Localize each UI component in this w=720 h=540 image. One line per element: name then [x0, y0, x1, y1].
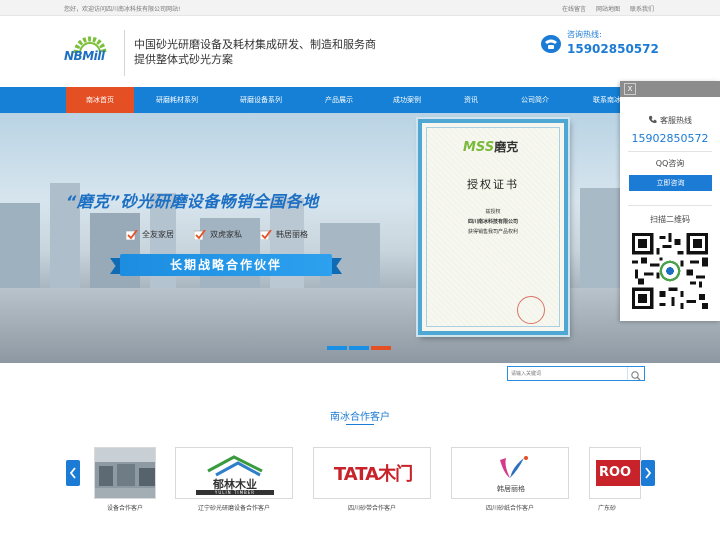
float-qr-label: 扫描二维码: [650, 215, 690, 224]
main-nav: 南冰首页 研磨耗材系列 研磨设备系列 产品展示 成功案例 资讯 公司简介 联系南…: [0, 87, 720, 113]
slogan-line-1: 中国砂光研磨设备及耗材集成研发、制造和服务商: [134, 38, 376, 51]
slider-dot-3[interactable]: [371, 346, 391, 350]
checkmark-icon: [194, 229, 206, 240]
chevron-left-icon: [69, 467, 76, 479]
phone-icon: [648, 115, 657, 123]
slogan: 中国砂光研磨设备及耗材集成研发、制造和服务商 提供整体式砂光方案: [134, 37, 376, 67]
brand-item-2: 双虎家私: [194, 229, 242, 240]
checkmark-icon: [126, 229, 138, 240]
certificate-logo-cn: 磨克: [494, 140, 519, 154]
brand-label: 全友家居: [142, 230, 174, 239]
nav-item-about[interactable]: 公司简介: [504, 87, 566, 113]
certificate-title: 授权证书: [467, 178, 519, 191]
slider-dot-1[interactable]: [327, 346, 347, 350]
carousel-next-button[interactable]: [641, 460, 655, 486]
top-links: 在线留言 网站地图 联系我们: [562, 4, 654, 13]
link-contact[interactable]: 联系我们: [630, 4, 654, 13]
checkmark-icon: [260, 229, 272, 240]
client-card-5[interactable]: ROO: [589, 447, 641, 499]
page: 您好，欢迎访问四川南冰科技有限公司网站! 在线留言 网站地图 联系我们 NBMi…: [0, 0, 720, 540]
certificate-line-1: 兹授权: [485, 209, 501, 215]
hotline-number: 15902850572: [567, 42, 659, 56]
header-divider: [124, 30, 125, 76]
certificate-line-3: 获得销售我司产品权利: [467, 229, 518, 235]
float-qq-label: QQ咨询: [655, 159, 685, 168]
float-hotline-number: 15902850572: [631, 132, 709, 145]
nav-item-home[interactable]: 南冰首页: [66, 87, 134, 113]
client-caption-4: 四川砂纸合作客户: [485, 505, 534, 512]
clients-section-title: 南冰合作客户: [330, 412, 390, 423]
site-logo[interactable]: NBMill: [64, 31, 116, 67]
client-caption-2: 辽宁砂光研磨设备合作客户: [197, 505, 270, 512]
search-icon: [631, 371, 641, 381]
slider-dot-2[interactable]: [349, 346, 369, 350]
partner-ribbon: 长期战略合作伙伴: [120, 254, 332, 276]
float-hotline-text: 客服热线: [660, 116, 692, 125]
client-card-4[interactable]: 韩居丽格: [451, 447, 569, 499]
brand-item-1: 全友家居: [126, 229, 174, 240]
hotline-label: 咨询热线:: [567, 30, 602, 39]
client-caption-1: 设备合作客户: [106, 505, 143, 512]
close-button[interactable]: X: [624, 83, 636, 95]
logo-text: NBMill: [64, 49, 105, 63]
factory-photo: [95, 448, 155, 498]
search-button[interactable]: [627, 367, 644, 381]
certificate-logo: MSS磨克: [463, 138, 518, 155]
floating-service-panel: X 客服热线 15902850572 QQ咨询 立即咨询 扫描二维码: [620, 81, 720, 321]
yulin-logo-subtext: YULIN TIMBER: [196, 490, 274, 495]
certificate-border: MSS磨克 授权证书 兹授权 四川南冰科技有限公司 获得销售我司产品权利: [426, 127, 560, 327]
tata-logo: TATA木门: [333, 464, 413, 485]
float-hotline-label: 客服热线: [620, 115, 720, 126]
slogan-line-2: 提供整体式砂光方案: [134, 53, 233, 66]
client-caption-3: 四川砂带合作客户: [347, 505, 396, 512]
float-divider: [628, 205, 712, 206]
brand-label: 双虎家私: [210, 230, 242, 239]
link-sitemap[interactable]: 网站地图: [596, 4, 620, 13]
link-message[interactable]: 在线留言: [562, 4, 586, 13]
welcome-text: 您好，欢迎访问四川南冰科技有限公司网站!: [64, 6, 181, 13]
chevron-right-icon: [645, 467, 652, 479]
hanju-logo-text: 韩居丽格: [497, 485, 525, 493]
banner-title: “磨克”砂光研磨设备畅销全国各地: [66, 192, 319, 211]
nav-item-consumables[interactable]: 研磨耗材系列: [136, 87, 218, 113]
slider-dots: [327, 346, 391, 350]
hanju-logo-mark: [500, 456, 528, 478]
brand-label: 韩居丽格: [276, 230, 308, 239]
certificate-seal: [517, 296, 545, 324]
authorization-certificate: MSS磨克 授权证书 兹授权 四川南冰科技有限公司 获得销售我司产品权利: [418, 119, 568, 335]
certificate-logo-en: MSS: [463, 140, 495, 155]
brand-item-3: 韩居丽格: [260, 229, 308, 240]
nav-item-cases[interactable]: 成功案例: [376, 87, 438, 113]
search-input[interactable]: [508, 367, 628, 380]
hero-banner[interactable]: “磨克”砂光研磨设备畅销全国各地 全友家居 双虎家私 韩居丽格 长期战略合作伙伴…: [0, 113, 720, 363]
floor-image: [0, 288, 720, 363]
client-card-3[interactable]: TATA木门: [313, 447, 431, 499]
qr-code-image: [632, 233, 708, 309]
nav-item-equipment[interactable]: 研磨设备系列: [220, 87, 302, 113]
top-bar: 您好，欢迎访问四川南冰科技有限公司网站! 在线留言 网站地图 联系我们: [0, 0, 720, 16]
client-caption-5: 广东砂: [598, 505, 617, 512]
phone-icon: [541, 35, 561, 53]
search-box: [507, 366, 645, 381]
carousel-prev-button[interactable]: [66, 460, 80, 486]
section-title-underline: [346, 424, 374, 425]
client-card-1[interactable]: [94, 447, 156, 499]
nav-item-products[interactable]: 产品展示: [304, 87, 374, 113]
float-divider: [628, 151, 712, 152]
roo-logo: ROO: [596, 460, 640, 486]
client-card-2[interactable]: 郁林木业 YULIN TIMBER: [175, 447, 293, 499]
certificate-line-2: 四川南冰科技有限公司: [467, 219, 518, 225]
nav-item-news[interactable]: 资讯: [440, 87, 502, 113]
qq-consult-button[interactable]: 立即咨询: [629, 175, 712, 191]
float-panel-header: X: [620, 81, 720, 97]
